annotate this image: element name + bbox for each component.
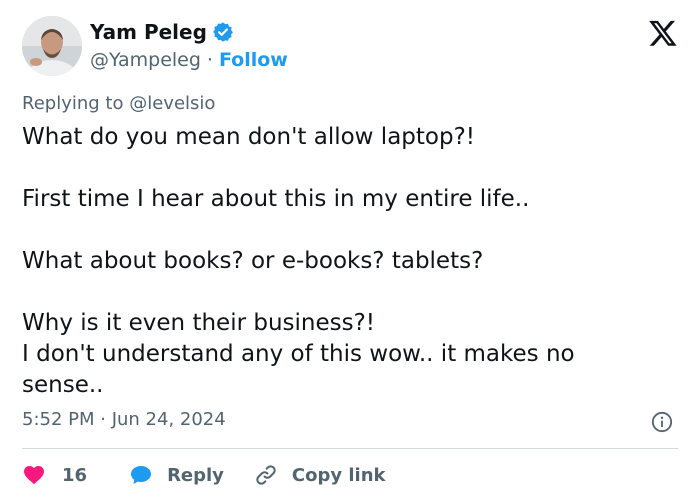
replying-prefix: Replying to <box>22 93 124 114</box>
like-count: 16 <box>62 464 88 486</box>
replying-to: Replying to @levelsio <box>22 93 215 114</box>
tweet-text: What do you mean don't allow laptop?! Fi… <box>22 124 575 398</box>
name-row: Yam Peleg <box>90 20 234 44</box>
separator-dot: · <box>206 49 213 71</box>
reply-bubble-icon <box>131 466 152 484</box>
divider <box>22 448 678 449</box>
avatar[interactable] <box>22 16 82 76</box>
copy-link-button[interactable]: Copy link <box>254 463 386 487</box>
verified-badge-icon <box>213 22 233 42</box>
author-handle[interactable]: @Yampeleg <box>90 49 201 71</box>
replying-mention[interactable]: @levelsio <box>129 93 215 114</box>
tweet-header: Yam Peleg @Yampeleg · Follow <box>22 16 682 78</box>
info-icon[interactable] <box>651 411 673 433</box>
copy-link-label: Copy link <box>291 464 386 486</box>
follow-button[interactable]: Follow <box>219 49 288 71</box>
handle-row: @Yampeleg · Follow <box>90 49 288 71</box>
avatar-image <box>22 16 82 76</box>
reply-label: Reply <box>167 464 224 486</box>
heart-icon <box>24 466 44 485</box>
link-icon <box>256 465 276 485</box>
x-logo-icon[interactable] <box>648 18 678 48</box>
tweet-actions: 16 Reply Copy link <box>22 458 682 492</box>
author-name[interactable]: Yam Peleg <box>90 20 207 44</box>
reply-button[interactable]: Reply <box>129 463 224 487</box>
tweet-timestamp[interactable]: 5:52 PM · Jun 24, 2024 <box>22 409 226 430</box>
like-button[interactable]: 16 <box>22 463 87 487</box>
